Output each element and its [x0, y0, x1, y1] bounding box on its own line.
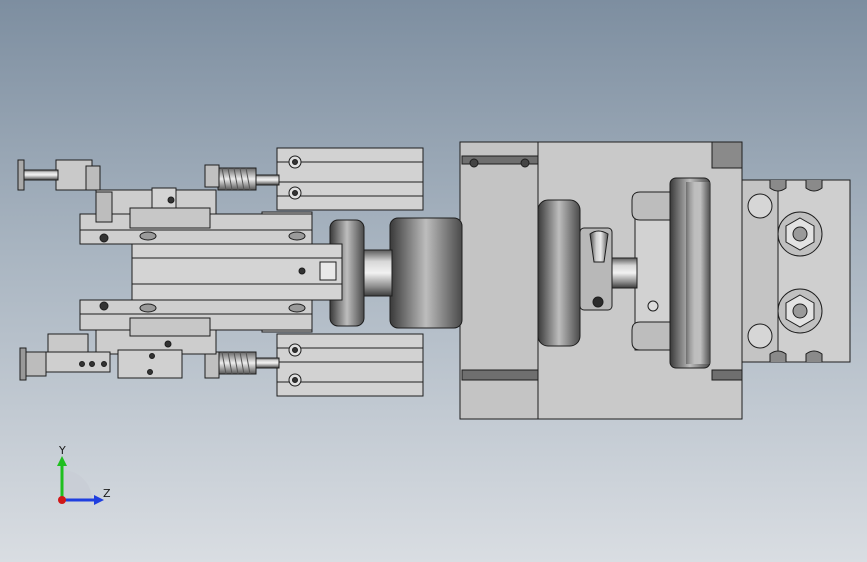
screw-head	[520, 158, 530, 168]
triad-quadrant	[62, 470, 92, 500]
coordinate-triad: Y Z	[57, 444, 111, 505]
upper-guide-cylinder	[204, 147, 424, 211]
z-axis-label: Z	[103, 487, 111, 500]
rotary-disc	[537, 199, 581, 347]
main-cylinder	[389, 217, 463, 329]
lower-guide-cylinder	[204, 333, 424, 397]
y-axis-arrowhead	[57, 456, 67, 466]
shaft	[361, 249, 393, 297]
screw-head	[469, 158, 479, 168]
x-axis-origin	[58, 496, 66, 504]
mounting-block	[741, 179, 851, 363]
gripper-body	[79, 211, 343, 333]
y-axis-label: Y	[58, 444, 66, 457]
pin-hole	[647, 300, 659, 312]
gripper-assembly[interactable]	[17, 141, 851, 420]
cad-viewport[interactable]: Y Z	[0, 0, 867, 562]
